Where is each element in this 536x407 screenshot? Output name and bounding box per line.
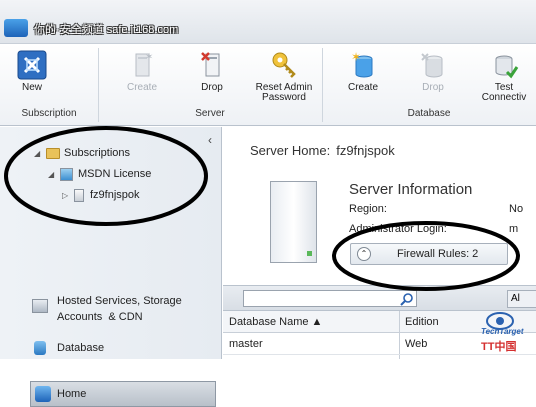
database-search-input[interactable] — [243, 290, 417, 307]
cell-database-name: master — [229, 338, 263, 350]
drop-server-label: Drop — [201, 82, 223, 93]
create-server-label: Create — [126, 82, 157, 93]
server-illustration-icon — [270, 181, 317, 263]
nav-item-home[interactable]: Home — [30, 381, 216, 407]
create-server-icon: ✶ — [127, 50, 157, 80]
nav-label-hosted-services: Hosted Services, Storage Accounts & CDN — [57, 295, 182, 323]
ribbon-group-database: Database — [407, 108, 451, 119]
svg-text:✶: ✶ — [351, 50, 361, 64]
create-server-button[interactable]: ✶ Create — [112, 50, 172, 93]
new-subscription-button[interactable]: New — [2, 50, 62, 93]
test-connectivity-icon — [489, 50, 519, 80]
drop-database-button[interactable]: Drop — [403, 50, 463, 93]
create-database-button[interactable]: ✶ Create — [333, 50, 393, 93]
administrator-login-value: m — [509, 223, 519, 235]
reset-admin-password-button[interactable]: Reset Admin Password — [250, 50, 318, 103]
ribbon-toolbar: New ✶ Create Drop Reset Admin Password ✶… — [0, 44, 536, 126]
reset-admin-password-label: Reset Admin Password — [255, 82, 313, 103]
folder-icon — [46, 148, 60, 159]
firewall-rules-button[interactable]: ⌃ Firewall Rules: 2 — [350, 243, 508, 265]
region-value: No — [509, 203, 524, 215]
title-bar: 你的·安全频道 safe.it168.com — [0, 0, 536, 44]
new-subscription-icon — [17, 50, 47, 80]
tree-label-subscriptions: Subscriptions — [64, 147, 131, 159]
chevron-up-icon: ⌃ — [357, 247, 371, 261]
tree-expand-icon[interactable]: ▷ — [62, 191, 68, 200]
administrator-login-label: Administrator Login: — [349, 223, 447, 235]
left-navigation-pane: ‹ ◢ Subscriptions ◢ MSDN License ▷ fz9fn… — [0, 127, 222, 407]
server-icon — [74, 189, 84, 202]
server-home-heading: Server Home: fz9fnjspok — [250, 143, 401, 158]
home-icon — [35, 386, 51, 402]
tree-expand-icon[interactable]: ◢ — [34, 149, 40, 158]
create-database-label: Create — [347, 82, 378, 93]
drop-database-label: Drop — [422, 82, 444, 93]
server-home-label: Server Home: — [250, 143, 331, 158]
nav-label-database: Database — [57, 342, 105, 354]
test-connectivity-label: Test Connectiv — [481, 82, 527, 103]
watermark-text: 你的·安全频道 safe.it168.com — [34, 24, 179, 36]
app-logo-icon — [4, 19, 28, 37]
firewall-rules-label: Firewall Rules: 2 — [397, 248, 479, 260]
test-connectivity-button[interactable]: Test Connectiv — [472, 50, 536, 103]
column-header-edition[interactable]: Edition — [405, 316, 439, 328]
tree-label-server: fz9fnjspok — [90, 189, 140, 201]
tree-expand-icon[interactable]: ◢ — [48, 170, 54, 179]
drop-server-icon — [197, 50, 227, 80]
tt-china-watermark-text: TT中国 — [481, 341, 517, 353]
cell-edition: Web — [405, 338, 428, 350]
hosted-services-icon — [32, 299, 48, 313]
database-icon — [34, 341, 46, 355]
column-header-database-name[interactable]: Database Name ▲ — [229, 316, 322, 328]
region-label: Region: — [349, 203, 387, 215]
key-icon — [269, 50, 299, 80]
create-database-icon: ✶ — [348, 50, 378, 80]
drop-database-icon — [418, 50, 448, 80]
drop-server-button[interactable]: Drop — [182, 50, 242, 93]
nav-label-home: Home — [57, 388, 87, 400]
techtarget-watermark-text: TechTarget — [481, 327, 524, 336]
tree-label-msdn-license: MSDN License — [78, 168, 152, 180]
search-icon[interactable] — [400, 292, 414, 306]
collapse-pane-icon[interactable]: ‹ — [208, 133, 212, 147]
new-subscription-label: New — [21, 82, 42, 93]
ribbon-group-subscription: Subscription — [21, 108, 77, 119]
svg-text:✶: ✶ — [145, 52, 153, 63]
server-home-name: fz9fnjspok — [336, 143, 395, 158]
ribbon-group-server: Server — [195, 108, 225, 119]
subscription-icon — [60, 168, 73, 181]
server-information-title: Server Information — [349, 181, 473, 198]
